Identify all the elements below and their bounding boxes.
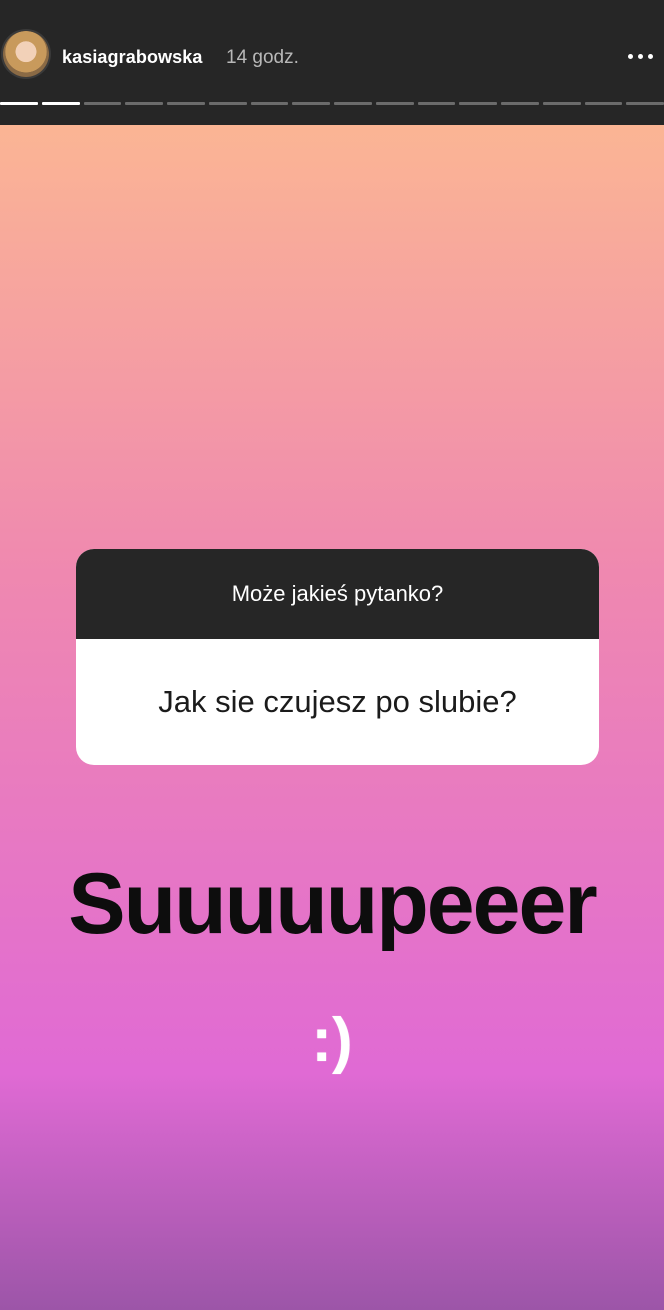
story-progress-segment	[167, 102, 205, 105]
story-progress-segment	[0, 102, 38, 105]
username-link[interactable]: kasiagrabowska	[62, 47, 202, 68]
story-progress-segment	[542, 102, 581, 105]
story-progress-segment	[584, 102, 623, 105]
question-text: Jak sie czujesz po slubie?	[158, 684, 517, 719]
more-options-button[interactable]	[620, 44, 660, 68]
post-time: 14 godz.	[226, 47, 299, 68]
story-progress-segment	[83, 102, 122, 105]
story-progress-segment	[125, 102, 163, 105]
story-progress-segment	[292, 102, 330, 105]
story-progress-segment	[334, 102, 372, 105]
more-dot-icon	[647, 53, 653, 59]
story-progress-segment	[41, 102, 80, 105]
more-dot-icon	[637, 53, 643, 59]
story-progress-segment	[375, 102, 414, 105]
story-progress-segment	[626, 102, 664, 105]
story-progress-bar	[0, 102, 664, 106]
story-header: kasiagrabowska 14 godz.	[0, 0, 664, 125]
story-progress-segment	[501, 102, 539, 105]
story-progress-segment	[459, 102, 497, 105]
question-sticker: Może jakieś pytanko? Jak sie czujesz po …	[76, 549, 599, 765]
avatar[interactable]	[3, 31, 49, 77]
story-content[interactable]: Może jakieś pytanko? Jak sie czujesz po …	[0, 125, 664, 1310]
story-progress-segment	[250, 102, 289, 105]
story-progress-segment	[417, 102, 456, 105]
answer-text: Suuuuupeeer	[68, 856, 598, 952]
smiley-text: :)	[311, 1006, 353, 1075]
question-prompt: Może jakieś pytanko?	[76, 549, 599, 639]
story-progress-segment	[208, 102, 247, 105]
more-dot-icon	[627, 53, 633, 59]
